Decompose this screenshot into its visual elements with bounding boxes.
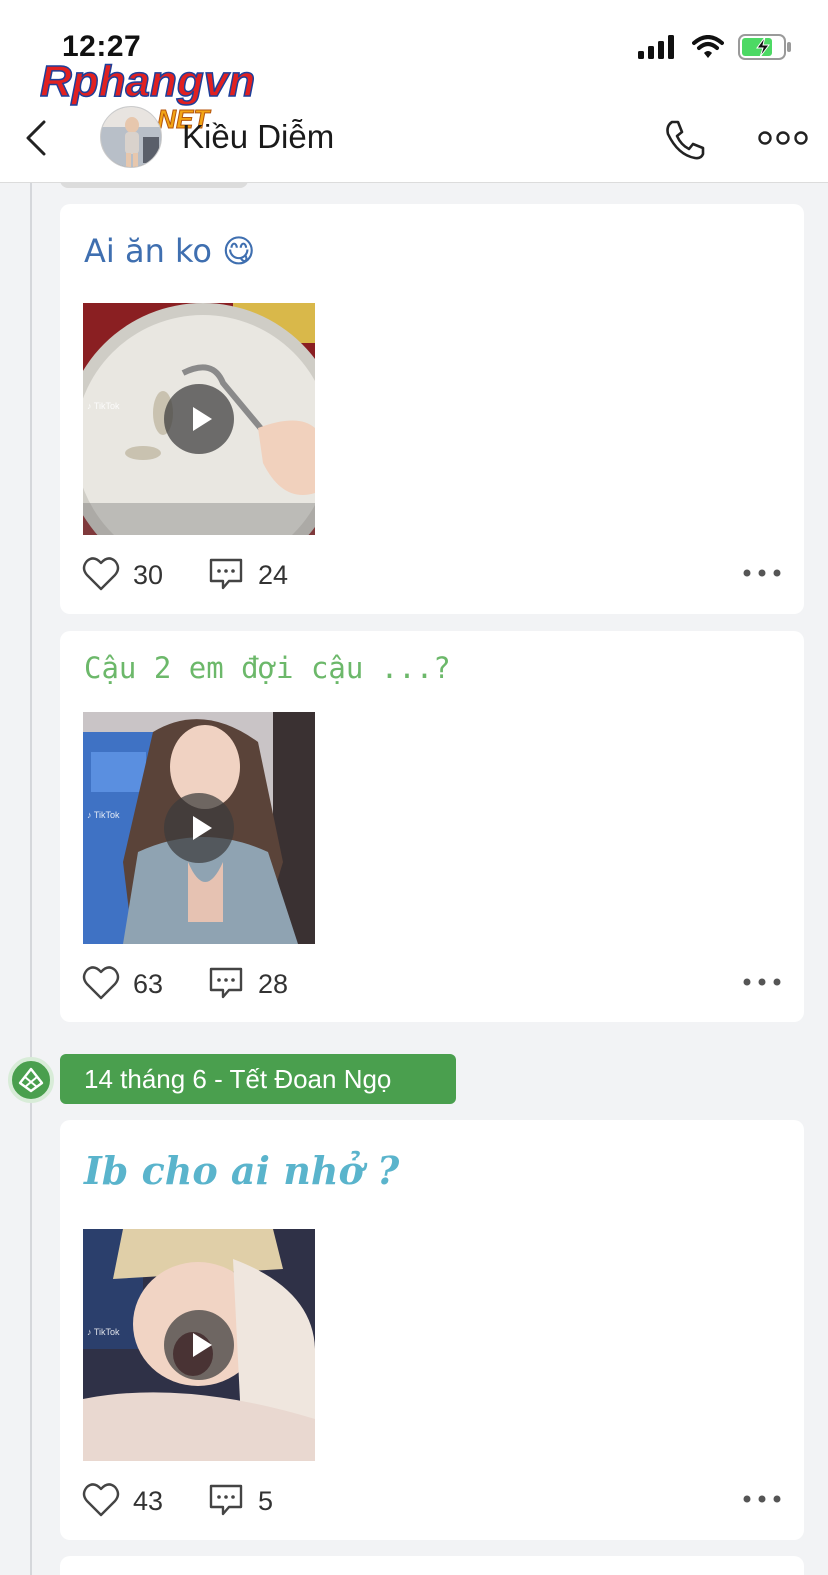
post-title: Ai ăn ko 😋: [84, 232, 256, 270]
more-horizontal-icon[interactable]: [758, 126, 808, 150]
post-more-icon[interactable]: [742, 975, 782, 989]
comment-count: 24: [258, 560, 289, 590]
video-thumbnail[interactable]: ♪ TikTok: [83, 1229, 315, 1461]
heart-icon[interactable]: [82, 1482, 120, 1518]
post-more-icon[interactable]: [742, 1492, 782, 1506]
watermark-brand: Rphangvn: [40, 58, 255, 106]
contact-name[interactable]: Kiều Diễm: [182, 118, 334, 156]
comment-icon[interactable]: [208, 965, 244, 1001]
like-count: 63: [133, 969, 164, 999]
play-icon[interactable]: [164, 384, 234, 454]
back-button[interactable]: [22, 118, 52, 158]
post-actions: 43 5: [82, 1482, 782, 1518]
post-card[interactable]: Ib cho ai nhở ? ♪ TikTok 43 5: [60, 1120, 804, 1540]
avatar[interactable]: [100, 106, 162, 168]
post-title: Cậu 2 em đợi cậu ...?: [84, 651, 451, 685]
battery-icon: [738, 34, 791, 60]
post-title: Ib cho ai nhở ?: [84, 1148, 400, 1193]
date-label: 14 tháng 6 - Tết Đoan Ngọ: [60, 1054, 456, 1104]
phone-icon[interactable]: [662, 118, 706, 162]
signal-icon: [638, 35, 674, 59]
status-icons: [638, 34, 792, 60]
post-more-icon[interactable]: [742, 566, 782, 580]
video-thumbnail[interactable]: ♪ TikTok: [83, 303, 315, 535]
header-bar: 12:27 Rphangvn .NET Kiều Diễm: [0, 0, 828, 183]
heart-icon[interactable]: [82, 556, 120, 592]
play-icon[interactable]: [164, 1310, 234, 1380]
tiktok-watermark: ♪ TikTok: [87, 401, 120, 411]
comment-icon[interactable]: [208, 556, 244, 592]
post-actions: 30 24: [82, 556, 782, 592]
next-post-card-edge: [60, 1556, 804, 1575]
timeline-screen: 12:27 Rphangvn .NET Kiều Diễm Ai ăn ko 😋…: [0, 0, 828, 1575]
post-card[interactable]: Cậu 2 em đợi cậu ...? ♪ TikTok 63 28: [60, 631, 804, 1022]
comment-count: 28: [258, 969, 289, 999]
post-actions: 63 28: [82, 965, 782, 1001]
heart-icon[interactable]: [82, 965, 120, 1001]
tiktok-watermark: ♪ TikTok: [87, 810, 120, 820]
play-icon[interactable]: [164, 793, 234, 863]
avatar-image: [101, 107, 161, 167]
video-thumbnail[interactable]: ♪ TikTok: [83, 712, 315, 944]
date-marker: [8, 1057, 54, 1103]
comment-count: 5: [258, 1486, 274, 1516]
wifi-icon: [692, 35, 724, 58]
rice-cake-icon: [18, 1067, 44, 1093]
like-count: 30: [133, 560, 164, 590]
tiktok-watermark: ♪ TikTok: [87, 1327, 120, 1337]
comment-icon[interactable]: [208, 1482, 244, 1518]
like-count: 43: [133, 1486, 164, 1516]
timeline-line: [30, 183, 32, 1575]
post-card[interactable]: Ai ăn ko 😋 ♪ TikTok 30 24: [60, 204, 804, 614]
